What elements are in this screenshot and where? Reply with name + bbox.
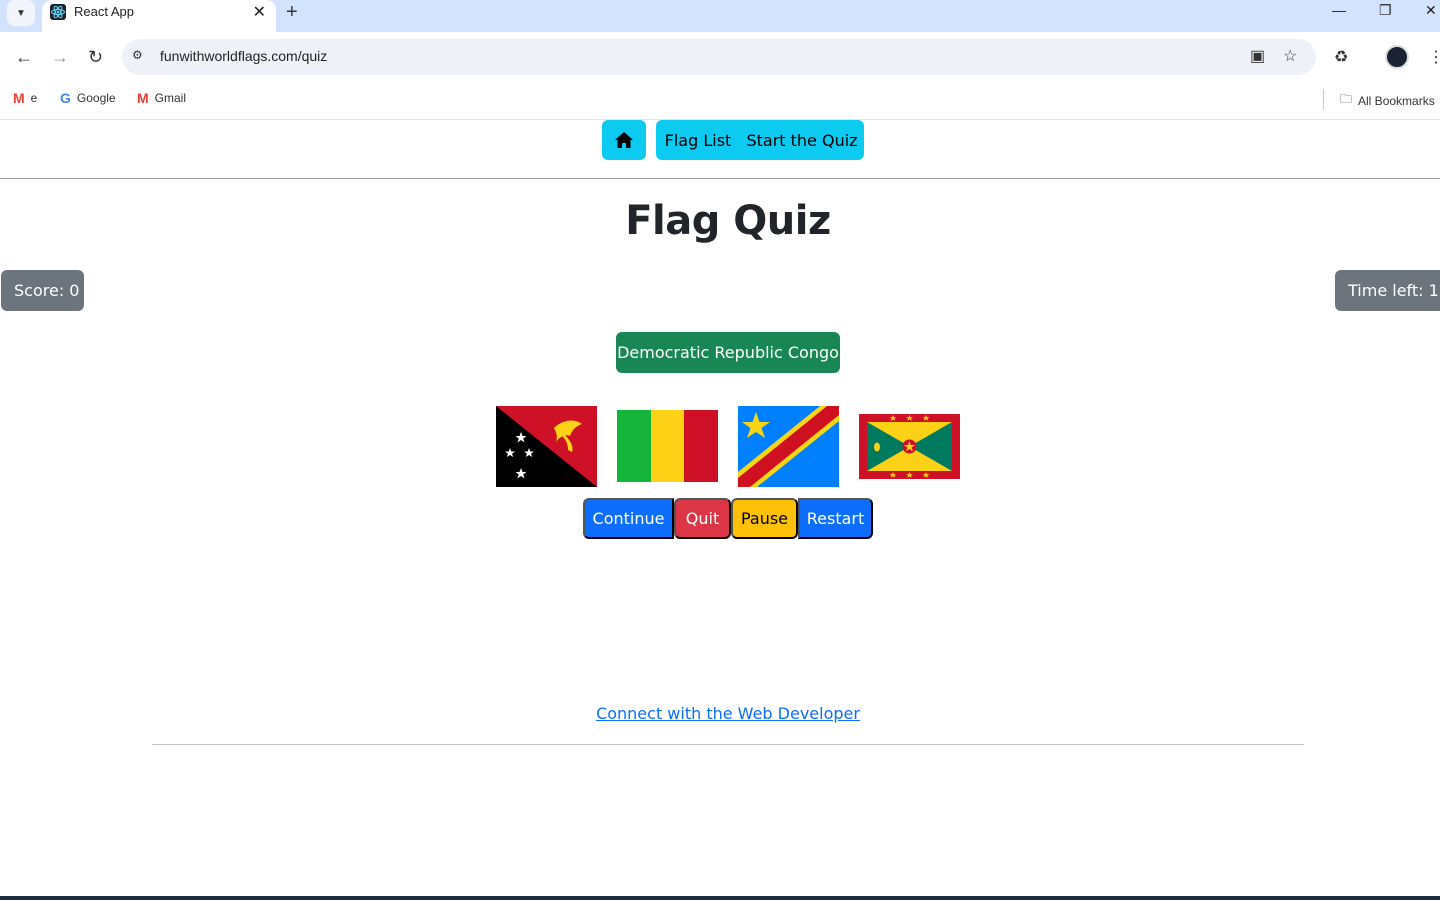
url-text[interactable]: funwithworldflags.com/quiz bbox=[160, 48, 327, 64]
continue-button[interactable]: Continue bbox=[583, 498, 674, 539]
footer-divider bbox=[152, 744, 1304, 745]
bookmark-e[interactable]: M e bbox=[13, 90, 37, 106]
os-taskbar bbox=[0, 896, 1440, 900]
site-info-icon[interactable]: ⚙ bbox=[132, 48, 143, 62]
flag-option-papua-new-guinea[interactable] bbox=[496, 406, 597, 487]
bookmark-label: e bbox=[30, 91, 38, 105]
reload-icon[interactable]: ↻ bbox=[88, 47, 103, 67]
bookmarks-divider bbox=[1323, 89, 1324, 109]
bookmark-label: Gmail bbox=[154, 91, 187, 105]
flag-option-grenada[interactable] bbox=[859, 414, 960, 479]
google-icon: G bbox=[60, 90, 71, 106]
home-icon bbox=[615, 132, 633, 148]
country-prompt: Democratic Republic Congo bbox=[616, 332, 840, 373]
tab-title: React App bbox=[74, 4, 134, 19]
browser-tab-bar: ▼ React App ✕ + — ❐ ✕ bbox=[0, 0, 1440, 32]
gmail-icon: M bbox=[137, 90, 149, 106]
close-window-icon[interactable]: ✕ bbox=[1425, 2, 1437, 19]
gmail-icon: M bbox=[13, 90, 25, 106]
new-tab-icon[interactable]: + bbox=[286, 1, 298, 24]
tab-search-button[interactable]: ▼ bbox=[7, 0, 35, 26]
profile-avatar[interactable] bbox=[1385, 45, 1409, 69]
connect-developer-link[interactable]: Connect with the Web Developer bbox=[0, 704, 1440, 723]
bookmarks-bar: M e G Google M Gmail 🗀 All Bookmarks bbox=[0, 82, 1440, 120]
bookmark-label: Google bbox=[76, 91, 116, 105]
page-title: Flag Quiz bbox=[625, 198, 831, 244]
quit-button[interactable]: Quit bbox=[674, 498, 731, 539]
address-bar[interactable]: ⚙ funwithworldflags.com/quiz ▣ ☆ bbox=[122, 39, 1316, 75]
close-tab-icon[interactable]: ✕ bbox=[253, 2, 266, 22]
nav-divider bbox=[0, 178, 1440, 179]
home-button[interactable] bbox=[602, 120, 646, 160]
bookmark-gmail[interactable]: M Gmail bbox=[137, 90, 186, 106]
bookmark-google[interactable]: G Google bbox=[60, 90, 116, 106]
bookmark-star-icon[interactable]: ☆ bbox=[1283, 46, 1297, 66]
flag-list-button[interactable]: Flag List bbox=[656, 120, 740, 160]
more-menu-icon[interactable]: ⋮ bbox=[1428, 47, 1440, 67]
flag-option-mali[interactable] bbox=[617, 410, 718, 482]
all-bookmarks[interactable]: 🗀 All Bookmarks bbox=[1340, 90, 1435, 111]
react-favicon-icon bbox=[50, 4, 66, 20]
extensions-icon[interactable]: ♻ bbox=[1334, 47, 1348, 67]
restart-button[interactable]: Restart bbox=[798, 498, 873, 539]
back-icon[interactable]: ← bbox=[15, 47, 33, 67]
pause-button[interactable]: Pause bbox=[731, 498, 798, 539]
minimize-icon[interactable]: — bbox=[1332, 2, 1346, 18]
forward-icon[interactable]: → bbox=[51, 47, 69, 67]
folder-icon: 🗀 bbox=[1340, 92, 1353, 106]
install-app-icon[interactable]: ▣ bbox=[1250, 46, 1265, 66]
time-left-badge: Time left: 13s bbox=[1335, 270, 1440, 311]
browser-tab[interactable]: React App ✕ bbox=[42, 0, 276, 32]
chevron-down-icon: ▼ bbox=[16, 7, 26, 19]
flag-option-dr-congo[interactable] bbox=[738, 406, 839, 487]
start-quiz-button[interactable]: Start the Quiz bbox=[740, 120, 864, 160]
score-badge: Score: 0 bbox=[1, 270, 84, 311]
browser-toolbar: ← → ↻ ⚙ funwithworldflags.com/quiz ▣ ☆ ♻ bbox=[0, 32, 1440, 82]
all-bookmarks-label: All Bookmarks bbox=[1358, 93, 1435, 108]
restore-icon[interactable]: ❐ bbox=[1379, 2, 1392, 19]
